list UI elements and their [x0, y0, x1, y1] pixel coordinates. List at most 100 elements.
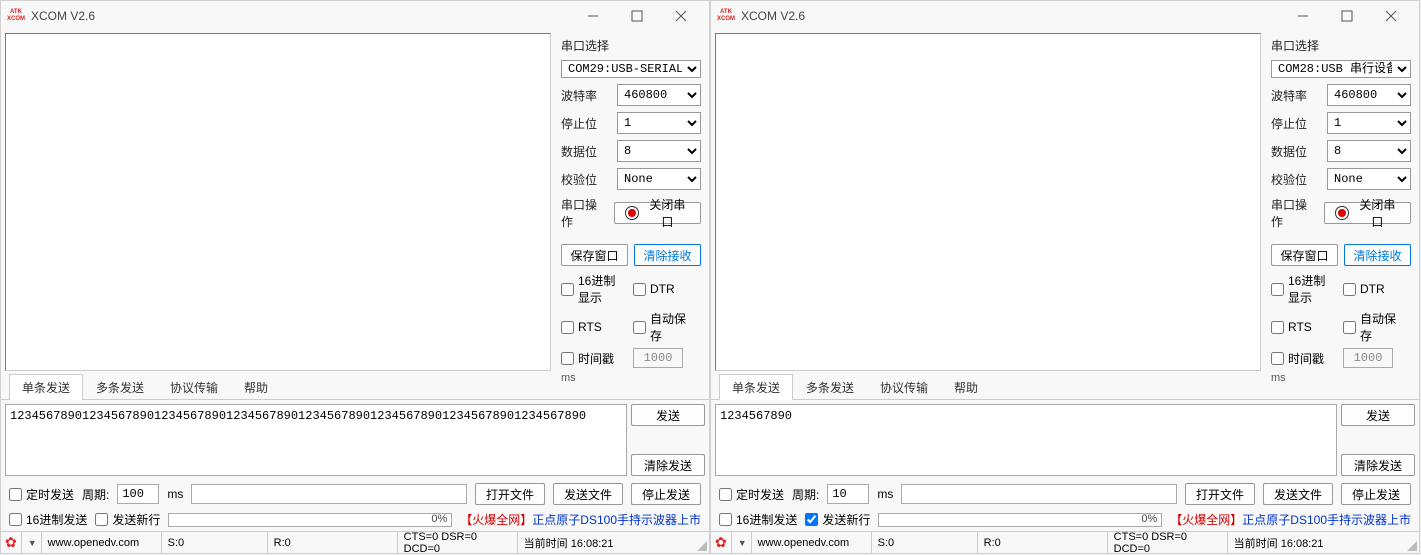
tab-single-send[interactable]: 单条发送: [9, 374, 83, 400]
hex-send-checkbox[interactable]: 16进制发送: [9, 511, 87, 528]
rts-checkbox[interactable]: RTS: [561, 310, 625, 344]
resize-grip[interactable]: [695, 539, 707, 551]
resize-grip[interactable]: [1405, 539, 1417, 551]
status-signals: CTS=0 DSR=0 DCD=0: [1108, 532, 1228, 553]
databit-select[interactable]: 8: [1327, 140, 1411, 162]
close-button[interactable]: [659, 2, 703, 30]
close-button[interactable]: [1369, 2, 1413, 30]
dtr-checkbox[interactable]: DTR: [1343, 272, 1407, 306]
send-textarea[interactable]: 1234567890123456789012345678901234567890…: [5, 404, 627, 476]
baud-select[interactable]: 460800: [617, 84, 701, 106]
period-label: 周期:: [792, 486, 819, 503]
status-url[interactable]: www.openedv.com: [752, 532, 872, 553]
stop-send-button[interactable]: 停止发送: [631, 483, 701, 505]
progress-bar: 0%: [878, 513, 1162, 527]
clear-receive-button[interactable]: 清除接收: [634, 244, 701, 266]
rts-checkbox[interactable]: RTS: [1271, 310, 1335, 344]
receive-terminal[interactable]: [5, 33, 551, 371]
timestamp-checkbox[interactable]: 时间戳: [1271, 348, 1335, 368]
file-path-input[interactable]: [901, 484, 1177, 504]
stopbit-label: 停止位: [1271, 115, 1321, 132]
timestamp-interval[interactable]: 1000: [1343, 348, 1393, 368]
maximize-button[interactable]: [1325, 2, 1369, 30]
record-icon: [1335, 206, 1348, 220]
ad-link[interactable]: 【火爆全网】正点原子DS100手持示波器上市: [460, 511, 701, 528]
tab-single-send[interactable]: 单条发送: [719, 374, 793, 400]
stop-send-button[interactable]: 停止发送: [1341, 483, 1411, 505]
status-time: 当前时间 16:08:21: [518, 532, 709, 553]
progress-bar: 0%: [168, 513, 452, 527]
databit-label: 数据位: [1271, 143, 1321, 160]
timed-send-checkbox[interactable]: 定时发送: [719, 486, 784, 503]
send-newline-checkbox[interactable]: 发送新行: [95, 511, 160, 528]
gear-icon[interactable]: ✿: [1, 532, 22, 553]
send-file-button[interactable]: 发送文件: [553, 483, 623, 505]
clear-send-button[interactable]: 清除发送: [1341, 454, 1415, 476]
timestamp-checkbox[interactable]: 时间戳: [561, 348, 625, 368]
tab-multi-send[interactable]: 多条发送: [83, 374, 157, 400]
gear-icon[interactable]: ✿: [711, 532, 732, 553]
period-input[interactable]: [117, 484, 159, 504]
timed-send-checkbox[interactable]: 定时发送: [9, 486, 74, 503]
clear-send-button[interactable]: 清除发送: [631, 454, 705, 476]
tab-help[interactable]: 帮助: [941, 374, 991, 400]
port-select[interactable]: COM28:USB 串行设备: [1271, 60, 1411, 78]
send-tabs: 单条发送 多条发送 协议传输 帮助: [711, 373, 1419, 400]
minimize-button[interactable]: [571, 2, 615, 30]
open-file-button[interactable]: 打开文件: [1185, 483, 1255, 505]
serial-config-panel: 串口选择 COM28:USB 串行设备 波特率 460800 停止位 1 数据位…: [1261, 31, 1419, 373]
send-button[interactable]: 发送: [1341, 404, 1415, 426]
parity-select[interactable]: None: [1327, 168, 1411, 190]
send-newline-checkbox[interactable]: 发送新行: [805, 511, 870, 528]
dropdown-caret-icon[interactable]: ▼: [22, 532, 42, 553]
tab-help[interactable]: 帮助: [231, 374, 281, 400]
xcom-window-1: ATKXCOM XCOM V2.6 串口选择 COM28:USB 串行设备 波特…: [710, 0, 1420, 554]
parity-select[interactable]: None: [617, 168, 701, 190]
databit-select[interactable]: 8: [617, 140, 701, 162]
parity-label: 校验位: [561, 171, 611, 188]
period-unit: ms: [167, 487, 183, 501]
send-button[interactable]: 发送: [631, 404, 705, 426]
port-select[interactable]: COM29:USB-SERIAL CH34: [561, 60, 701, 78]
autosave-checkbox[interactable]: 自动保存: [1343, 310, 1407, 344]
minimize-button[interactable]: [1281, 2, 1325, 30]
save-window-button[interactable]: 保存窗口: [561, 244, 628, 266]
status-received: R:0: [268, 532, 398, 553]
titlebar[interactable]: ATKXCOM XCOM V2.6: [1, 1, 709, 31]
autosave-checkbox[interactable]: 自动保存: [633, 310, 697, 344]
hex-display-checkbox[interactable]: 16进制显示: [561, 272, 625, 306]
status-signals: CTS=0 DSR=0 DCD=0: [398, 532, 518, 553]
send-file-button[interactable]: 发送文件: [1263, 483, 1333, 505]
tab-protocol[interactable]: 协议传输: [867, 374, 941, 400]
stopbit-select[interactable]: 1: [617, 112, 701, 134]
hex-display-checkbox[interactable]: 16进制显示: [1271, 272, 1335, 306]
ad-link[interactable]: 【火爆全网】正点原子DS100手持示波器上市: [1170, 511, 1411, 528]
hex-send-checkbox[interactable]: 16进制发送: [719, 511, 797, 528]
dtr-checkbox[interactable]: DTR: [633, 272, 697, 306]
save-window-button[interactable]: 保存窗口: [1271, 244, 1338, 266]
status-url[interactable]: www.openedv.com: [42, 532, 162, 553]
app-logo: ATKXCOM: [7, 7, 25, 25]
open-file-button[interactable]: 打开文件: [475, 483, 545, 505]
port-op-label: 串口操作: [561, 196, 608, 230]
tab-multi-send[interactable]: 多条发送: [793, 374, 867, 400]
status-received: R:0: [978, 532, 1108, 553]
receive-terminal[interactable]: [715, 33, 1261, 371]
period-input[interactable]: [827, 484, 869, 504]
period-label: 周期:: [82, 486, 109, 503]
file-path-input[interactable]: [191, 484, 467, 504]
status-bar: ✿ ▼ www.openedv.com S:0 R:0 CTS=0 DSR=0 …: [711, 531, 1419, 553]
close-port-button[interactable]: 关闭串口: [614, 202, 701, 224]
dropdown-caret-icon[interactable]: ▼: [732, 532, 752, 553]
status-sent: S:0: [872, 532, 978, 553]
titlebar[interactable]: ATKXCOM XCOM V2.6: [711, 1, 1419, 31]
record-icon: [625, 206, 638, 220]
stopbit-select[interactable]: 1: [1327, 112, 1411, 134]
send-textarea[interactable]: 1234567890: [715, 404, 1337, 476]
close-port-button[interactable]: 关闭串口: [1324, 202, 1411, 224]
clear-receive-button[interactable]: 清除接收: [1344, 244, 1411, 266]
baud-select[interactable]: 460800: [1327, 84, 1411, 106]
tab-protocol[interactable]: 协议传输: [157, 374, 231, 400]
timestamp-interval[interactable]: 1000: [633, 348, 683, 368]
maximize-button[interactable]: [615, 2, 659, 30]
